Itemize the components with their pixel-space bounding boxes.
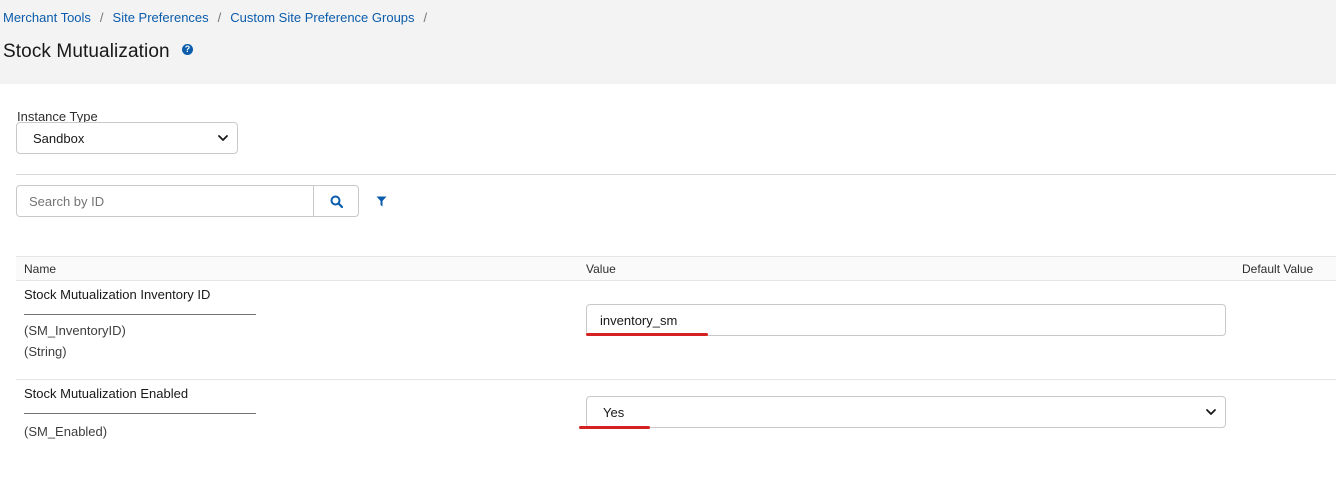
section-divider [16, 174, 1336, 175]
search-placeholder: Search by ID [29, 193, 105, 209]
breadcrumb-separator: / [423, 10, 428, 25]
instance-type-select[interactable]: Sandbox [16, 122, 238, 154]
breadcrumb-separator: / [217, 10, 222, 25]
breadcrumb-site-preferences[interactable]: Site Preferences [113, 10, 209, 25]
annotation-underline [586, 333, 708, 336]
page-title: Stock Mutualization [3, 41, 170, 62]
preference-id: (SM_Enabled) [24, 424, 108, 439]
search-input[interactable]: Search by ID [16, 185, 314, 217]
search-button[interactable] [313, 185, 359, 217]
chevron-down-icon [218, 135, 228, 141]
annotation-underline [579, 426, 650, 429]
enabled-selected-value: Yes [603, 404, 625, 420]
breadcrumb-separator: / [99, 10, 104, 25]
preference-id: (SM_InventoryID) [24, 323, 126, 338]
column-header-default-value: Default Value [1242, 262, 1314, 276]
preference-title: Stock Mutualization Inventory ID [24, 287, 211, 302]
preference-type: (String) [24, 344, 67, 359]
table-header: Name Value Default Value [16, 256, 1336, 281]
breadcrumb-merchant-tools[interactable]: Merchant Tools [3, 10, 91, 25]
instance-type-selected-value: Sandbox [33, 130, 85, 146]
help-icon[interactable]: ? [182, 44, 193, 55]
column-header-value: Value [586, 262, 616, 276]
page-header: Merchant Tools / Site Preferences / Cust… [0, 0, 1336, 84]
filter-button[interactable] [372, 192, 390, 210]
breadcrumb-custom-site-preference-groups[interactable]: Custom Site Preference Groups [230, 10, 414, 25]
row-separator-line [24, 413, 256, 414]
chevron-down-icon [1206, 409, 1216, 415]
row-separator-line [24, 314, 256, 315]
inventory-id-value: inventory_sm [600, 312, 678, 328]
inventory-id-input[interactable]: inventory_sm [586, 304, 1226, 336]
column-header-name: Name [24, 262, 57, 276]
preference-title: Stock Mutualization Enabled [24, 386, 189, 401]
breadcrumb: Merchant Tools / Site Preferences / Cust… [3, 10, 436, 25]
row-divider [16, 379, 1336, 380]
search-icon [330, 195, 343, 208]
filter-icon [376, 196, 386, 206]
stock-mutualization-enabled-select[interactable]: Yes [586, 396, 1226, 428]
